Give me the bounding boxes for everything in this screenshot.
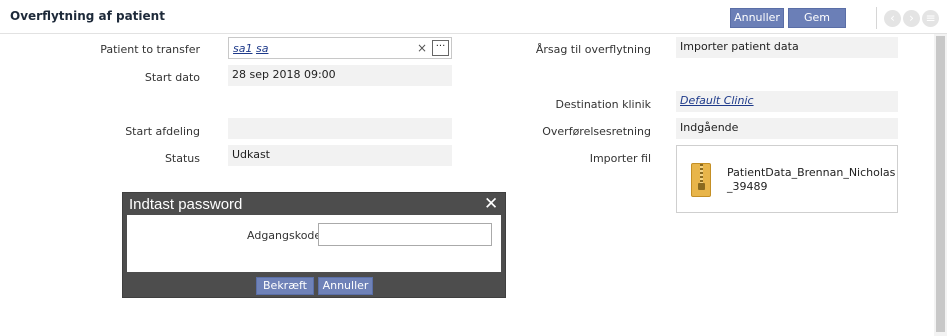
scrollbar-thumb[interactable] — [936, 36, 945, 332]
zip-file-icon — [691, 163, 711, 197]
password-label: Adgangskode — [247, 229, 322, 242]
patient-first-link[interactable]: sa1 — [233, 42, 252, 55]
start-date-label: Start dato — [144, 71, 200, 84]
patient-name[interactable]: sa1 sa — [233, 42, 268, 55]
menu-icon[interactable]: ≡ — [922, 10, 939, 27]
password-dialog: Indtast password ✕ Adgangskode Bekræft A… — [122, 192, 506, 298]
reason-field[interactable]: Importer patient data — [676, 37, 898, 58]
save-button[interactable]: Gem — [788, 8, 846, 28]
title-bar: Overflytning af patient Annuller Gem ‹ ›… — [0, 0, 947, 34]
close-icon[interactable]: ✕ — [484, 194, 498, 214]
dialog-body: Adgangskode — [127, 215, 501, 272]
import-file-name[interactable]: PatientData_Brennan_Nicholas_39489 — [727, 166, 897, 194]
status-label: Status — [164, 152, 200, 165]
destination-label: Destination klinik — [555, 98, 652, 111]
destination-field[interactable]: Default Clinic — [676, 91, 898, 112]
cancel-button[interactable]: Annuller — [730, 8, 784, 28]
confirm-button[interactable]: Bekræft — [256, 277, 314, 295]
status-field: Udkast — [228, 145, 452, 166]
patient-last-link[interactable]: sa — [256, 42, 268, 55]
destination-link[interactable]: Default Clinic — [680, 94, 754, 107]
clear-icon[interactable]: × — [417, 41, 427, 55]
direction-field[interactable]: Indgående — [676, 118, 898, 139]
chevron-right-icon[interactable]: › — [903, 10, 920, 27]
import-file-box[interactable]: PatientData_Brennan_Nicholas_39489 — [676, 145, 898, 213]
page-title: Overflytning af patient — [10, 9, 165, 23]
scrollbar[interactable] — [934, 34, 947, 336]
dialog-cancel-button[interactable]: Annuller — [318, 277, 373, 295]
chevron-left-icon[interactable]: ‹ — [884, 10, 901, 27]
start-department-label: Start afdeling — [125, 125, 200, 138]
dialog-title: Indtast password — [129, 196, 243, 213]
start-date-field[interactable]: 28 sep 2018 09:00 — [228, 65, 452, 86]
direction-label: Overførelsesretning — [542, 125, 651, 138]
nav-separator — [876, 7, 877, 29]
more-options-button[interactable]: ··· — [432, 40, 449, 56]
reason-label: Årsag til overflytning — [535, 43, 651, 56]
start-department-field[interactable] — [228, 118, 452, 139]
patient-field[interactable]: sa1 sa × ··· — [228, 37, 452, 59]
patient-label: Patient to transfer — [100, 43, 200, 56]
password-input[interactable] — [318, 223, 492, 246]
import-file-label: Importer fil — [589, 152, 651, 165]
